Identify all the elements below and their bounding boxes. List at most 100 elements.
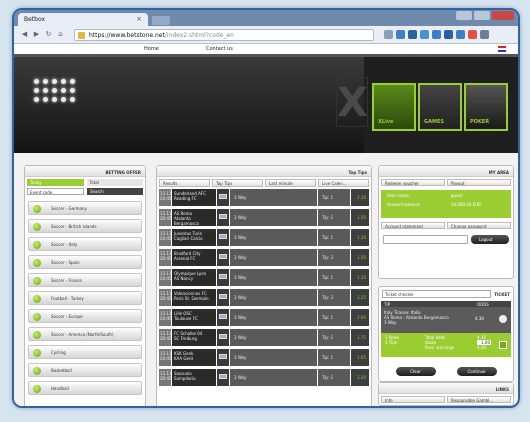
ball-icon bbox=[33, 205, 41, 213]
banner: X XLive GAMES POKER bbox=[14, 57, 518, 153]
odd-button[interactable]: 1.65 bbox=[351, 349, 369, 366]
match-row[interactable]: 13.11. 20:45 Sunderland AFC Reading FC 3 Way… bbox=[159, 189, 369, 206]
odd-button[interactable]: 2.25 bbox=[351, 289, 369, 306]
promo-xlive[interactable]: XLive bbox=[372, 83, 416, 131]
remove-bet-icon[interactable] bbox=[499, 315, 507, 323]
account-input[interactable] bbox=[383, 235, 468, 244]
radio-total[interactable]: Total bbox=[86, 179, 143, 186]
stats-icon[interactable] bbox=[217, 309, 229, 326]
stats-icon[interactable] bbox=[217, 269, 229, 286]
sport-item[interactable]: Soccer - Spain bbox=[28, 255, 142, 269]
language-flag-icon[interactable] bbox=[498, 46, 506, 52]
continue-button[interactable]: Continue bbox=[456, 367, 497, 376]
odd-button[interactable]: 1.50 bbox=[351, 209, 369, 226]
tab-payout[interactable]: Payout bbox=[447, 179, 511, 186]
search-button[interactable]: Search bbox=[87, 188, 143, 195]
match-row[interactable]: 13.11. 20:45 Juventus Turin Cagliari Calcio… bbox=[159, 229, 369, 246]
url-field[interactable]: https://www.betstone.net/index2.shtml?co… bbox=[74, 29, 374, 41]
logout-button[interactable]: Logout bbox=[471, 235, 509, 244]
radio-today[interactable]: Today bbox=[27, 179, 84, 186]
tab-top-tips[interactable]: Top Tips bbox=[212, 179, 263, 187]
match-teams: AS Roma Atalanta Bergamasca bbox=[172, 209, 216, 226]
ticket-buttons: Clear Continue bbox=[379, 357, 513, 380]
clear-button[interactable]: Clear bbox=[395, 367, 436, 376]
stats-icon[interactable] bbox=[217, 369, 229, 386]
sport-item[interactable]: Soccer - Europe bbox=[28, 309, 142, 323]
maximize-button[interactable] bbox=[474, 11, 490, 20]
sport-item[interactable]: Cycling bbox=[28, 345, 142, 359]
close-tab-icon[interactable]: × bbox=[136, 15, 142, 23]
extension-icon[interactable] bbox=[432, 30, 441, 39]
match-row[interactable]: 13.11. 20:45 Sassuolo Sampdoria 3 Way Tip: 12… bbox=[159, 369, 369, 386]
event-code-input[interactable]: Event code bbox=[27, 188, 84, 195]
tab-change-password[interactable]: Change password bbox=[447, 222, 511, 229]
stats-icon[interactable] bbox=[217, 229, 229, 246]
extension-icon[interactable] bbox=[456, 30, 465, 39]
minimize-button[interactable] bbox=[456, 11, 472, 20]
odd-button[interactable]: 1.75 bbox=[351, 329, 369, 346]
close-window-button[interactable] bbox=[492, 11, 514, 20]
extension-icon[interactable] bbox=[468, 30, 477, 39]
browser-tab[interactable]: Betbox × bbox=[18, 13, 148, 26]
tab-last-minute[interactable]: Last minute bbox=[265, 179, 316, 187]
stats-icon[interactable] bbox=[217, 289, 229, 306]
back-icon[interactable]: ◀ bbox=[20, 30, 29, 39]
sport-item[interactable]: Soccer - Italy bbox=[28, 237, 142, 251]
match-row[interactable]: 13.11. 20:45 AS Roma Atalanta Bergamasca 3 W… bbox=[159, 209, 369, 226]
link-info[interactable]: Info bbox=[381, 396, 445, 403]
home-icon[interactable]: ⌂ bbox=[56, 30, 65, 39]
odd-button[interactable]: 2.10 bbox=[351, 189, 369, 206]
tip: Tip: 1 bbox=[318, 189, 350, 206]
new-tab-button[interactable] bbox=[152, 16, 170, 25]
extension-icon[interactable] bbox=[396, 30, 405, 39]
sport-item[interactable]: Soccer - America (North/South) bbox=[28, 327, 142, 341]
ticket-bet: Italy Tirasse: Italia AS Roma : Atalanta… bbox=[381, 307, 511, 333]
stats-icon[interactable] bbox=[217, 189, 229, 206]
match-row[interactable]: 13.11. 20:45 KSK Genk KAA Gent 3 Way Tip: 1 1.… bbox=[159, 349, 369, 366]
tab-account-statement[interactable]: Account statement bbox=[381, 222, 445, 229]
nav-home[interactable]: Home bbox=[144, 46, 159, 52]
sport-item[interactable]: Soccer - British Islands bbox=[28, 219, 142, 233]
sport-item[interactable]: Football - Turkey bbox=[28, 291, 142, 305]
ticket-checker-input[interactable]: Ticket checker bbox=[382, 290, 492, 298]
stats-icon[interactable] bbox=[217, 209, 229, 226]
match-row[interactable]: 13.11. 20:45 Valenciennes FC Paris St. Germ… bbox=[159, 289, 369, 306]
stats-icon[interactable] bbox=[217, 249, 229, 266]
promo-poker[interactable]: POKER bbox=[464, 83, 508, 131]
sport-item[interactable]: Soccer - France bbox=[28, 273, 142, 287]
tab-results[interactable]: Results bbox=[159, 179, 210, 187]
extension-icon[interactable] bbox=[408, 30, 417, 39]
nav-contact[interactable]: Contact us bbox=[206, 46, 233, 52]
ball-icon bbox=[33, 331, 41, 339]
promo-games[interactable]: GAMES bbox=[418, 83, 462, 131]
confirm-checkbox[interactable] bbox=[499, 341, 507, 349]
stats-icon[interactable] bbox=[217, 329, 229, 346]
match-row[interactable]: 13.11. 20:45 FC Schalke 04 SC Freiburg 3 Way… bbox=[159, 329, 369, 346]
sport-item[interactable]: Soccer - Germany bbox=[28, 201, 142, 215]
user-label: User name bbox=[387, 193, 409, 198]
forward-icon[interactable]: ▶ bbox=[32, 30, 41, 39]
odd-button[interactable]: 2.20 bbox=[351, 369, 369, 386]
tab-redeem-voucher[interactable]: Redeem voucher bbox=[381, 179, 445, 186]
odd-button[interactable]: 1.50 bbox=[351, 249, 369, 266]
extension-icon[interactable] bbox=[444, 30, 453, 39]
link-responsible-gambling[interactable]: Responsible Gambl... bbox=[447, 396, 511, 403]
star-icon[interactable] bbox=[384, 30, 393, 39]
extension-icon[interactable] bbox=[420, 30, 429, 39]
odd-button[interactable]: 1.35 bbox=[351, 269, 369, 286]
tab-live-calendar[interactable]: Live Calen... bbox=[318, 179, 369, 187]
account-tabs: Redeem voucher Payout bbox=[379, 177, 513, 188]
menu-icon[interactable] bbox=[480, 30, 489, 39]
match-teams: KSK Genk KAA Gent bbox=[172, 349, 216, 366]
reload-icon[interactable]: ↻ bbox=[44, 30, 53, 39]
odd-button[interactable]: 2.00 bbox=[351, 309, 369, 326]
odd-button[interactable]: 1.30 bbox=[351, 229, 369, 246]
sport-item[interactable]: Basketball bbox=[28, 363, 142, 377]
ticket-panel: Ticket checker TICKET TIP ODDS Italy Tira… bbox=[378, 286, 514, 382]
match-row[interactable]: 13.11. 20:45 Olympique Lyon AS Nancy 3 Way Ti… bbox=[159, 269, 369, 286]
match-row[interactable]: 13.11. 20:45 Lille OSC Toulouse FC 3 Way Tip:… bbox=[159, 309, 369, 326]
sport-item[interactable]: Handball bbox=[28, 381, 142, 395]
tip: Tip: 1 bbox=[318, 309, 350, 326]
match-row[interactable]: 13.11. 20:45 Bradford City Arsenal FC 3 Way T… bbox=[159, 249, 369, 266]
stats-icon[interactable] bbox=[217, 349, 229, 366]
